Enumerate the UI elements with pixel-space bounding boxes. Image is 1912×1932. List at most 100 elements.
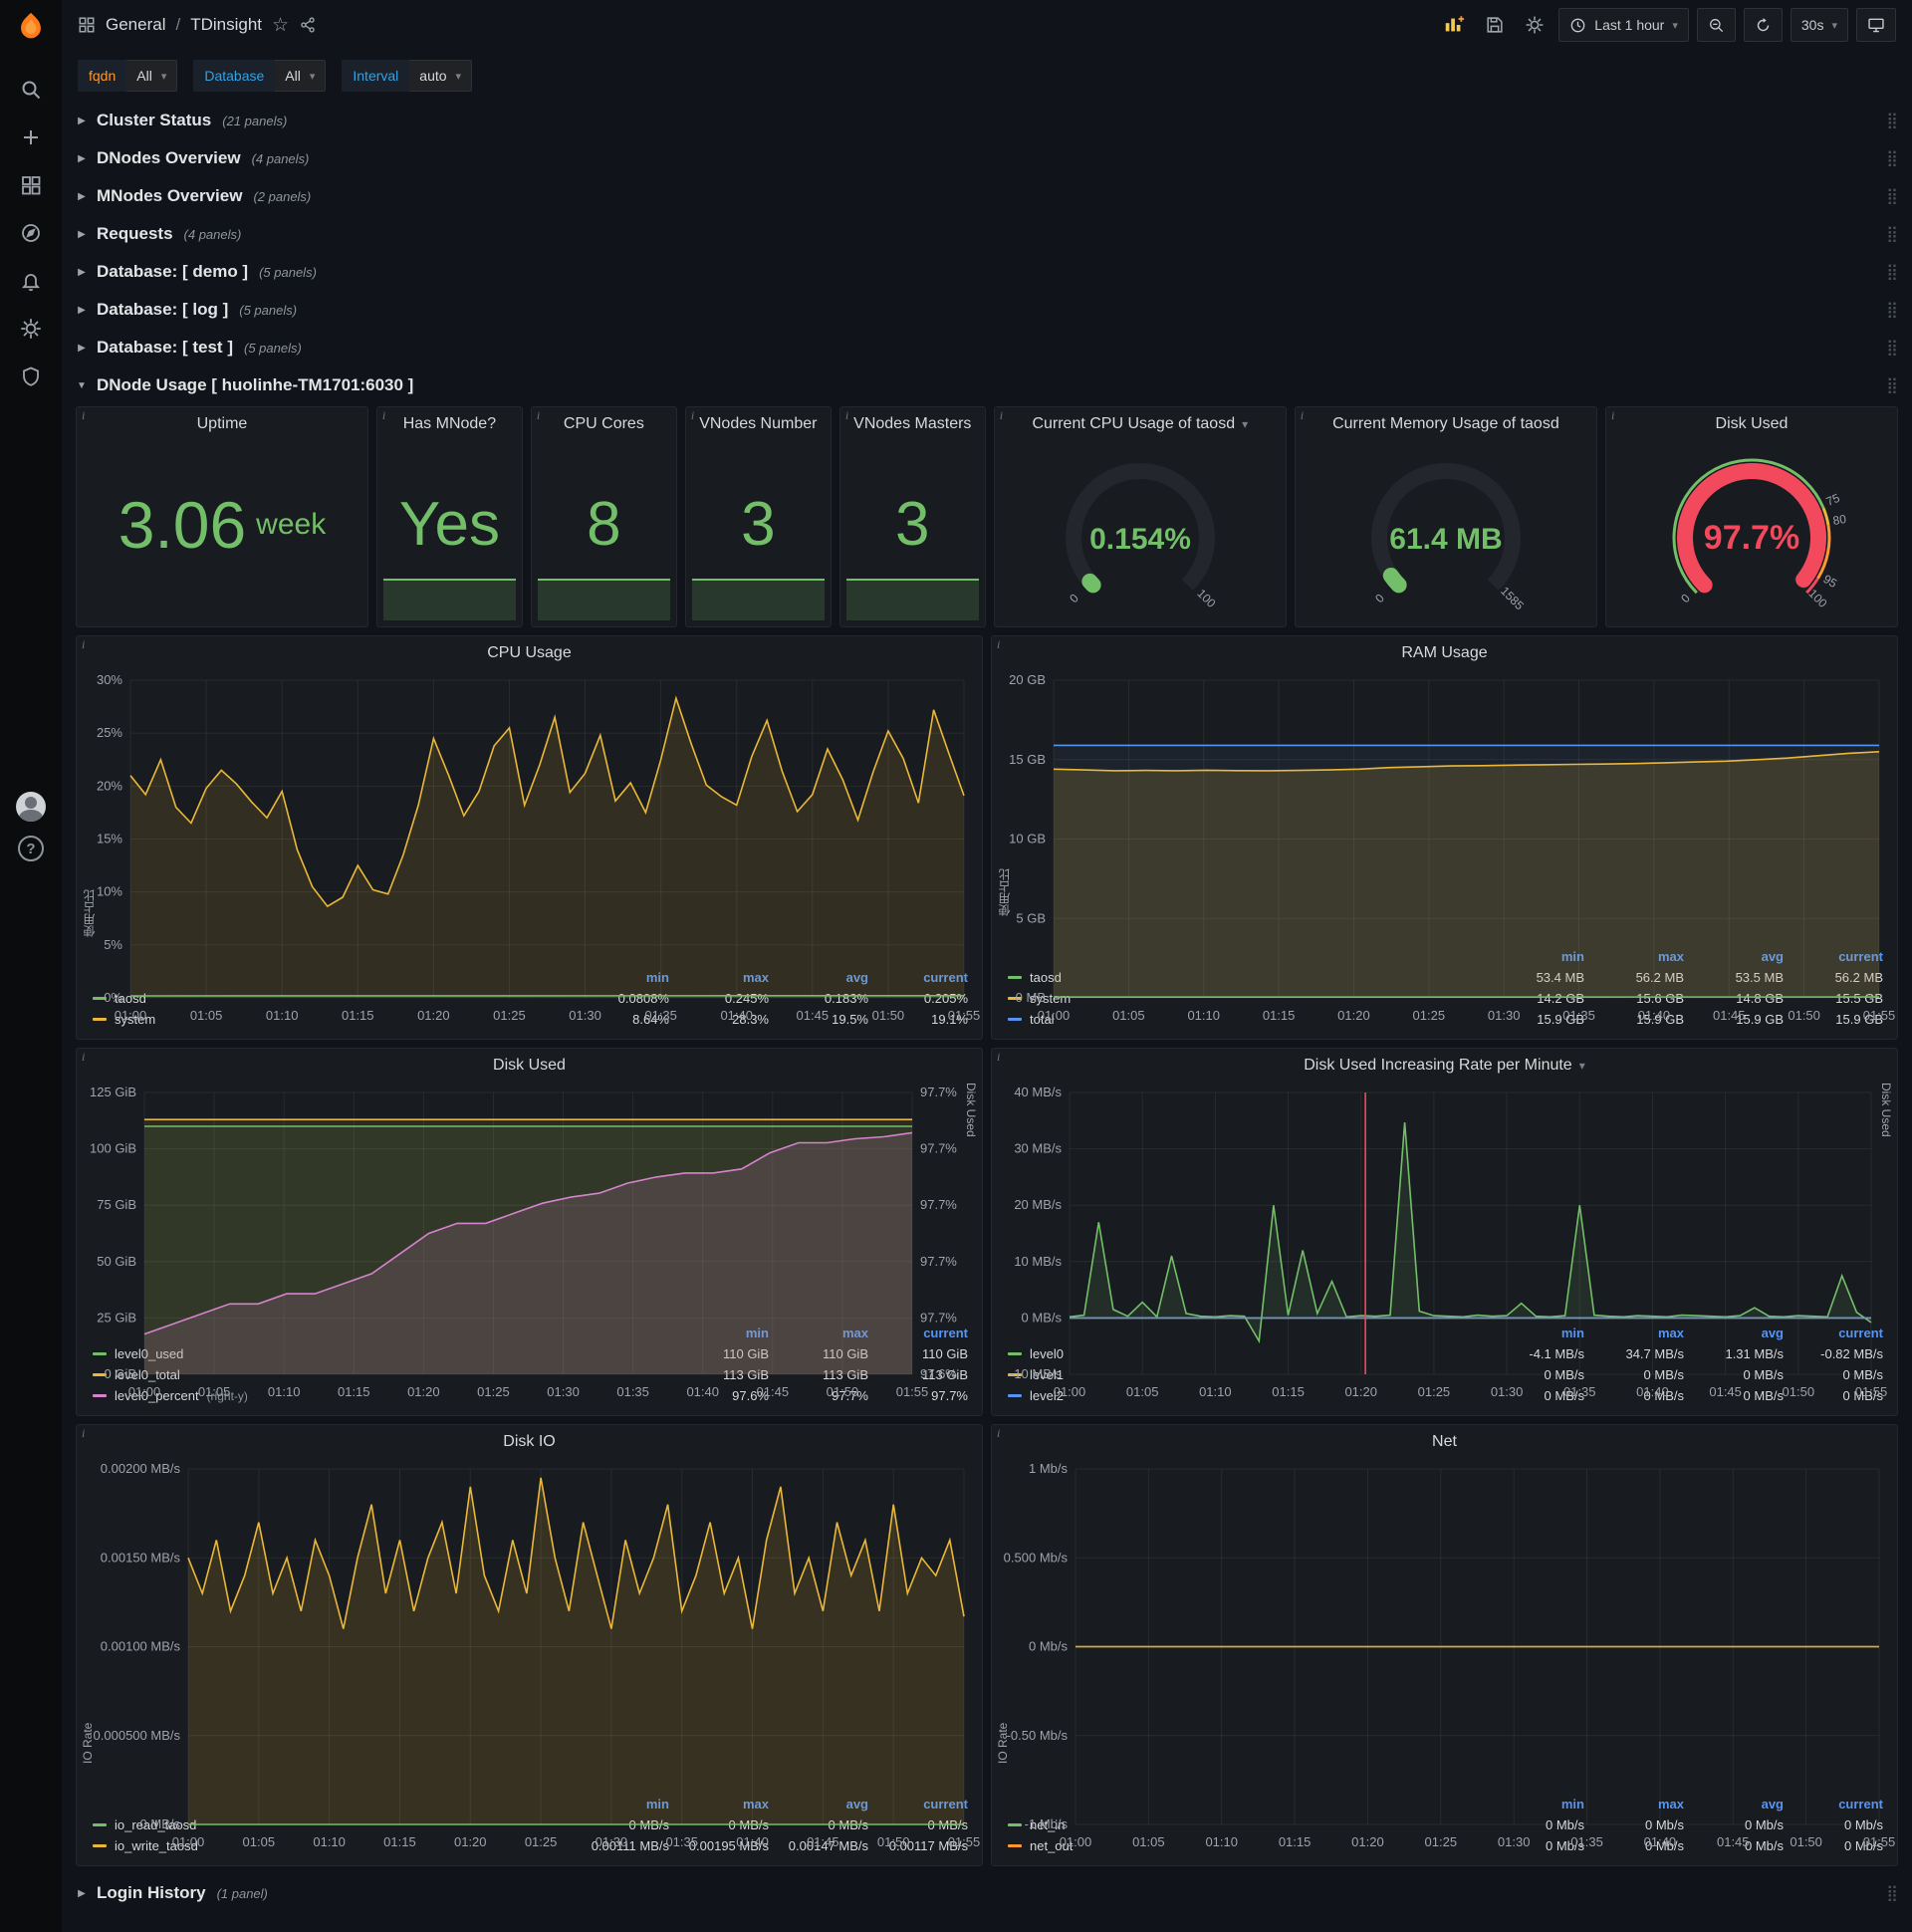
row-drag-handle[interactable]: ⣿	[1886, 375, 1898, 395]
row-dnode-usage[interactable]: ▼ DNode Usage [ huolinhe-TM1701:6030 ] ⣿	[76, 368, 1898, 402]
svg-text:01:35: 01:35	[644, 1008, 677, 1023]
panel-info-icon[interactable]: i	[382, 408, 385, 423]
panel-title[interactable]: Uptime	[77, 407, 367, 441]
variable-value-dropdown[interactable]: All ▾	[126, 60, 178, 92]
dashboard-grid-icon[interactable]	[78, 16, 96, 34]
panel-title[interactable]: VNodes Number	[686, 407, 831, 441]
alerting-icon[interactable]	[11, 261, 51, 301]
panel-info-icon[interactable]: i	[997, 1050, 1000, 1065]
row-mnodes-overview[interactable]: ▶ MNodes Overview (2 panels) ⣿	[76, 179, 1898, 213]
variable-label[interactable]: Interval	[342, 60, 410, 92]
tv-mode-button[interactable]	[1856, 8, 1896, 42]
svg-text:01:00: 01:00	[128, 1384, 161, 1399]
server-admin-shield-icon[interactable]	[11, 357, 51, 396]
panel-vnodes-masters: i VNodes Masters 3	[838, 406, 986, 627]
row-login-history[interactable]: ▶ Login History (1 panel) ⣿	[76, 1876, 1898, 1910]
add-panel-button[interactable]	[1437, 8, 1471, 42]
panel-info-icon[interactable]: i	[1000, 408, 1003, 423]
svg-text:01:50: 01:50	[827, 1384, 859, 1399]
time-range-picker[interactable]: Last 1 hour ▾	[1558, 8, 1689, 42]
variable-label[interactable]: Database	[193, 60, 276, 92]
panel-info-icon[interactable]: i	[997, 1426, 1000, 1441]
chevron-right-icon: ▶	[78, 304, 86, 316]
row-database-log[interactable]: ▶ Database: [ log ] (5 panels) ⣿	[76, 293, 1898, 327]
panel-title[interactable]: Disk Used	[1606, 407, 1897, 441]
save-dashboard-icon[interactable]	[1479, 8, 1511, 42]
disk-used-plot[interactable]: 01:00 01:05 01:10 01:15 01:20 01:25 01:30 01:35…	[77, 1083, 982, 1399]
cpu-usage-plot[interactable]: 01:00 01:05 01:10 01:15 01:20 01:25 01:30 01:35…	[77, 670, 982, 1023]
zoom-out-button[interactable]	[1696, 8, 1736, 42]
svg-text:01:35: 01:35	[1562, 1008, 1595, 1023]
svg-text:01:20: 01:20	[1344, 1384, 1377, 1399]
svg-text:0.00150 MB/s: 0.00150 MB/s	[101, 1550, 181, 1565]
svg-text:01:15: 01:15	[1263, 1008, 1296, 1023]
breadcrumb-folder[interactable]: General	[106, 15, 165, 35]
row-drag-handle[interactable]: ⣿	[1886, 338, 1898, 358]
row-drag-handle[interactable]: ⣿	[1886, 262, 1898, 282]
row-requests[interactable]: ▶ Requests (4 panels) ⣿	[76, 217, 1898, 251]
panel-info-icon[interactable]: i	[845, 408, 848, 423]
svg-text:01:10: 01:10	[266, 1008, 299, 1023]
configuration-gear-icon[interactable]	[11, 309, 51, 349]
refresh-interval-picker[interactable]: 30s ▾	[1790, 8, 1848, 42]
create-icon[interactable]	[11, 118, 51, 157]
ram-usage-plot[interactable]: 01:00 01:05 01:10 01:15 01:20 01:25 01:30 01:35…	[992, 670, 1897, 1023]
row-drag-handle[interactable]: ⣿	[1886, 224, 1898, 244]
disk-io-plot[interactable]: 01:00 01:05 01:10 01:15 01:20 01:25 01:30 01:35…	[77, 1459, 982, 1849]
chart-row-2: i Disk Used 01:00 01:05 01:10 01:15 01:20 01:…	[76, 1048, 1898, 1416]
row-database-test[interactable]: ▶ Database: [ test ] (5 panels) ⣿	[76, 331, 1898, 364]
panel-title[interactable]: Current CPU Usage of taosd ▾	[995, 407, 1286, 441]
panel-info-icon[interactable]: i	[82, 408, 85, 423]
row-database-demo[interactable]: ▶ Database: [ demo ] (5 panels) ⣿	[76, 255, 1898, 289]
help-icon[interactable]: ?	[18, 836, 44, 861]
dashboard-settings-gear-icon[interactable]	[1519, 8, 1551, 42]
panel-title[interactable]: VNodes Masters	[840, 407, 985, 441]
search-icon[interactable]	[11, 70, 51, 110]
grafana-logo[interactable]	[14, 10, 48, 44]
row-drag-handle[interactable]: ⣿	[1886, 148, 1898, 168]
panel-title[interactable]: CPU Usage	[77, 636, 982, 670]
row-dnodes-overview[interactable]: ▶ DNodes Overview (4 panels) ⣿	[76, 141, 1898, 175]
row-drag-handle[interactable]: ⣿	[1886, 1883, 1898, 1903]
panel-info-icon[interactable]: i	[82, 1050, 85, 1065]
panel-info-icon[interactable]: i	[1611, 408, 1614, 423]
variable-label[interactable]: fqdn	[78, 60, 127, 92]
panel-title[interactable]: CPU Cores	[532, 407, 676, 441]
panel-title[interactable]: Net	[992, 1425, 1897, 1459]
panel-title[interactable]: Disk Used Increasing Rate per Minute ▾	[992, 1049, 1897, 1083]
panel-info-icon[interactable]: i	[537, 408, 540, 423]
dashboards-icon[interactable]	[11, 165, 51, 205]
variable-value-dropdown[interactable]: auto ▾	[409, 60, 473, 92]
panel-info-icon[interactable]: i	[82, 1426, 85, 1441]
row-cluster-status[interactable]: ▶ Cluster Status (21 panels) ⣿	[76, 104, 1898, 137]
panel-info-icon[interactable]: i	[1301, 408, 1304, 423]
disk-rate-plot[interactable]: 01:00 01:05 01:10 01:15 01:20 01:25 01:30 01:35…	[992, 1083, 1897, 1399]
panel-title[interactable]: Current Memory Usage of taosd	[1296, 407, 1596, 441]
panel-info-icon[interactable]: i	[82, 637, 85, 652]
pan el-title[interactable]: Has MNode?	[377, 407, 522, 441]
cpu-usage-gauge: 0 100 0.154%	[995, 441, 1286, 626]
star-icon[interactable]: ☆	[272, 14, 289, 37]
panel-title[interactable]: Disk IO	[77, 1425, 982, 1459]
variable-value-dropdown[interactable]: All ▾	[275, 60, 327, 92]
panel-title[interactable]: RAM Usage	[992, 636, 1897, 670]
svg-text:01:25: 01:25	[1418, 1384, 1451, 1399]
svg-text:61.4 MB: 61.4 MB	[1389, 523, 1502, 556]
panel-net: i Net IO Rate 01:00 01:05 01:10 01:15 01:20 0…	[991, 1424, 1898, 1866]
panel-info-icon[interactable]: i	[997, 637, 1000, 652]
svg-text:01:15: 01:15	[383, 1834, 416, 1849]
panel-title[interactable]: Disk Used	[77, 1049, 982, 1083]
panel-info-icon[interactable]: i	[691, 408, 694, 423]
breadcrumb-title[interactable]: TDinsight	[190, 15, 262, 35]
refresh-button[interactable]	[1743, 8, 1783, 42]
row-drag-handle[interactable]: ⣿	[1886, 300, 1898, 320]
row-drag-handle[interactable]: ⣿	[1886, 111, 1898, 130]
svg-text:80: 80	[1832, 512, 1848, 528]
share-icon[interactable]	[299, 16, 317, 34]
user-avatar[interactable]	[16, 792, 46, 822]
svg-text:15 GB: 15 GB	[1009, 752, 1046, 767]
svg-text:01:30: 01:30	[569, 1008, 601, 1023]
net-plot[interactable]: 01:00 01:05 01:10 01:15 01:20 01:25 01:30 01:35…	[992, 1459, 1897, 1849]
explore-icon[interactable]	[11, 213, 51, 253]
row-drag-handle[interactable]: ⣿	[1886, 186, 1898, 206]
